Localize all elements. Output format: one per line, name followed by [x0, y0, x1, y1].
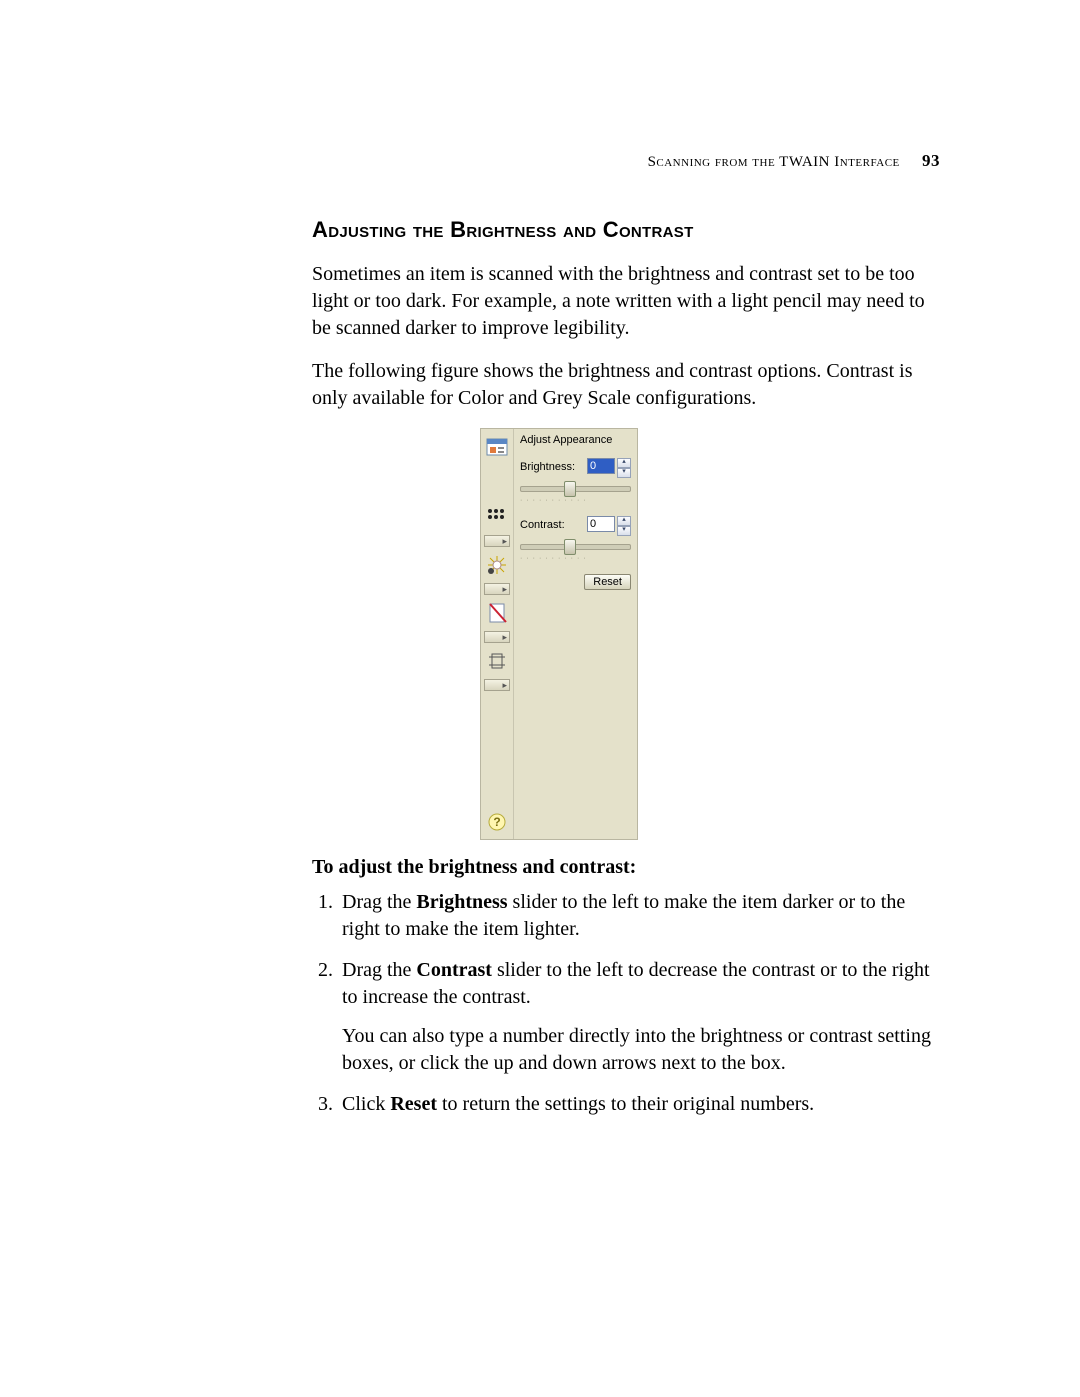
page-tab-icon[interactable] — [484, 599, 510, 627]
brightness-group: Brightness: ▴▾ ··········· — [520, 458, 631, 506]
section-heading: Adjusting the Brightness and Contrast — [312, 215, 940, 245]
contrast-input[interactable] — [587, 516, 615, 532]
procedure-heading: To adjust the brightness and contrast: — [312, 854, 940, 881]
chapter-title: Scanning from the TWAIN Interface — [648, 154, 900, 170]
appearance-tab-icon[interactable] — [484, 433, 510, 461]
brightness-slider[interactable]: ··········· — [520, 482, 631, 506]
page-number: 93 — [922, 151, 940, 170]
page-expand-icon[interactable]: ▸ — [484, 631, 510, 643]
color-expand-icon[interactable]: ▸ — [484, 583, 510, 595]
panel-toolstrip: ▸ ▸ ▸ ▸ ? — [481, 429, 514, 839]
resolution-expand-icon[interactable]: ▸ — [484, 535, 510, 547]
contrast-spinner[interactable]: ▴▾ — [617, 516, 631, 536]
procedure-list: Drag the Brightness slider to the left t… — [312, 889, 940, 1118]
step-2-note: You can also type a number directly into… — [342, 1023, 940, 1077]
reset-button[interactable]: Reset — [584, 574, 631, 590]
brightness-spinner[interactable]: ▴▾ — [617, 458, 631, 478]
contrast-label: Contrast: — [520, 518, 565, 533]
svg-text:?: ? — [493, 815, 500, 829]
intro-paragraph-2: The following figure shows the brightnes… — [312, 358, 940, 412]
step-2: Drag the Contrast slider to the left to … — [338, 957, 940, 1077]
resolution-tab-icon[interactable] — [484, 503, 510, 531]
color-tab-icon[interactable] — [484, 551, 510, 579]
help-icon[interactable]: ? — [486, 811, 508, 833]
step-3: Click Reset to return the settings to th… — [338, 1091, 940, 1118]
figure-adjust-appearance: ▸ ▸ ▸ ▸ ? Adjust Appea — [480, 428, 940, 840]
panel-heading: Adjust Appearance — [520, 433, 631, 448]
contrast-group: Contrast: ▴▾ ··········· — [520, 516, 631, 564]
contrast-slider[interactable]: ··········· — [520, 540, 631, 564]
panel-body: Adjust Appearance Brightness: ▴▾ ·······… — [514, 429, 637, 839]
twain-panel: ▸ ▸ ▸ ▸ ? Adjust Appea — [480, 428, 638, 840]
intro-paragraph-1: Sometimes an item is scanned with the br… — [312, 261, 940, 342]
crop-expand-icon[interactable]: ▸ — [484, 679, 510, 691]
brightness-label: Brightness: — [520, 460, 575, 475]
step-1: Drag the Brightness slider to the left t… — [338, 889, 940, 943]
running-header: Scanning from the TWAIN Interface 93 — [648, 150, 940, 173]
crop-tab-icon[interactable] — [484, 647, 510, 675]
contrast-input-wrap: ▴▾ — [587, 516, 631, 536]
document-page: Scanning from the TWAIN Interface 93 Adj… — [0, 0, 1080, 1397]
brightness-input-wrap: ▴▾ — [587, 458, 631, 478]
brightness-input[interactable] — [587, 458, 615, 474]
